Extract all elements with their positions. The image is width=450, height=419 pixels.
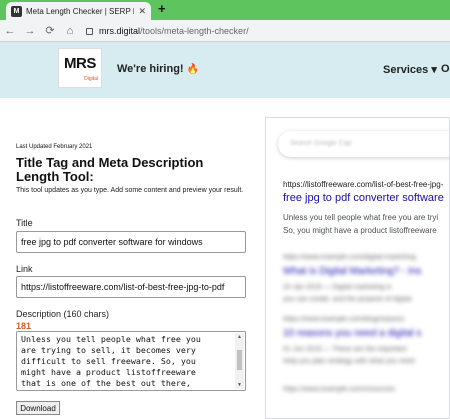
title-input[interactable]: free jpg to pdf converter software for w…	[16, 231, 246, 253]
blurred-result-text: 24 Jan 2019 — Digital marketing is	[283, 284, 392, 291]
browser-tab-strip: M Meta Length Checker | SERP Pre... ✕ +	[0, 0, 450, 20]
blurred-result-url: https://www.example.com/blog/reasons	[283, 316, 405, 323]
serp-desc-line-2: So, you might have a product listoffreew…	[283, 226, 437, 235]
hiring-link[interactable]: We're hiring! 🔥	[117, 63, 199, 75]
hiring-label: We're hiring!	[117, 63, 184, 75]
nav-services[interactable]: Services ▾	[383, 63, 437, 76]
blurred-result-text: 01 Jun 2019 — These are the important	[283, 346, 407, 353]
textarea-scrollbar[interactable]: ▲ ▼	[235, 333, 244, 389]
serp-preview: Search Google Cap https://listoffreeware…	[265, 117, 450, 419]
forward-arrow-icon[interactable]: →	[20, 25, 40, 37]
serp-search-placeholder: Search Google Cap	[290, 140, 352, 147]
chevron-down-icon: ▾	[431, 64, 437, 76]
address-bar: ← → ⟳ ⌂ mrs.digital /tools/meta-length-c…	[0, 20, 450, 42]
blurred-result-url: https://www.example.com/digital-marketin…	[283, 254, 416, 261]
logo-subtext: Digital	[84, 76, 98, 82]
nav-services-label: Services	[383, 64, 429, 76]
description-textarea[interactable]: Unless you tell people what free you are…	[16, 331, 246, 391]
description-char-count: 181	[16, 321, 32, 331]
home-icon[interactable]: ⌂	[60, 25, 80, 37]
scroll-down-icon[interactable]: ▼	[235, 382, 244, 388]
url-field[interactable]: mrs.digital /tools/meta-length-checker/	[86, 26, 249, 36]
mrs-favicon-icon: M	[11, 5, 22, 17]
serp-result-description: Unless you tell people what free you are…	[283, 211, 449, 237]
last-updated: Last Updated February 2021	[16, 144, 93, 150]
tab-title: Meta Length Checker | SERP Pre...	[26, 6, 134, 16]
site-header: MRS Digital We're hiring! 🔥 Services ▾ O	[0, 42, 450, 98]
description-text: Unless you tell people what free you are…	[21, 334, 201, 388]
blurred-result-title: 10 reasons you need a digital s	[283, 328, 422, 339]
site-logo[interactable]: MRS Digital	[58, 48, 102, 88]
blurred-result-text: Help you plan strategy with what you nee…	[283, 358, 415, 365]
close-icon[interactable]: ✕	[138, 6, 146, 17]
url-path: /tools/meta-length-checker/	[140, 25, 249, 36]
logo-text: MRS	[64, 55, 96, 72]
serp-result-title: free jpg to pdf converter software	[283, 192, 444, 204]
browser-tab[interactable]: M Meta Length Checker | SERP Pre... ✕	[6, 2, 151, 20]
page-title: Title Tag and Meta Description Length To…	[16, 155, 204, 184]
serp-desc-line-1: Unless you tell people what free you are…	[283, 213, 439, 222]
nav-other[interactable]: O	[441, 63, 450, 75]
scroll-thumb[interactable]	[237, 350, 242, 370]
description-label: Description (160 chars)	[16, 309, 110, 319]
reload-icon[interactable]: ⟳	[40, 24, 60, 37]
blurred-result-url: https://www.example.com/resources	[283, 386, 396, 393]
lock-icon	[86, 28, 93, 35]
flame-icon: 🔥	[186, 64, 200, 75]
blurred-result-title: What is Digital Marketing? - Ins	[283, 266, 422, 277]
blurred-result-text: you can create, and the purpose of digit…	[283, 296, 412, 303]
link-label: Link	[16, 264, 33, 274]
back-arrow-icon[interactable]: ←	[0, 25, 20, 37]
serp-search-bar: Search Google Cap	[278, 131, 449, 157]
download-button[interactable]: Download	[16, 401, 60, 415]
url-host: mrs.digital	[99, 25, 141, 36]
title-label: Title	[16, 218, 33, 228]
new-tab-icon[interactable]: +	[158, 1, 166, 16]
serp-result-url: https://listoffreeware.com/list-of-best-…	[283, 180, 444, 189]
page-subtitle: This tool updates as you type. Add some …	[16, 187, 244, 194]
link-input[interactable]: https://listoffreeware.com/list-of-best-…	[16, 276, 246, 298]
scroll-up-icon[interactable]: ▲	[235, 334, 244, 340]
